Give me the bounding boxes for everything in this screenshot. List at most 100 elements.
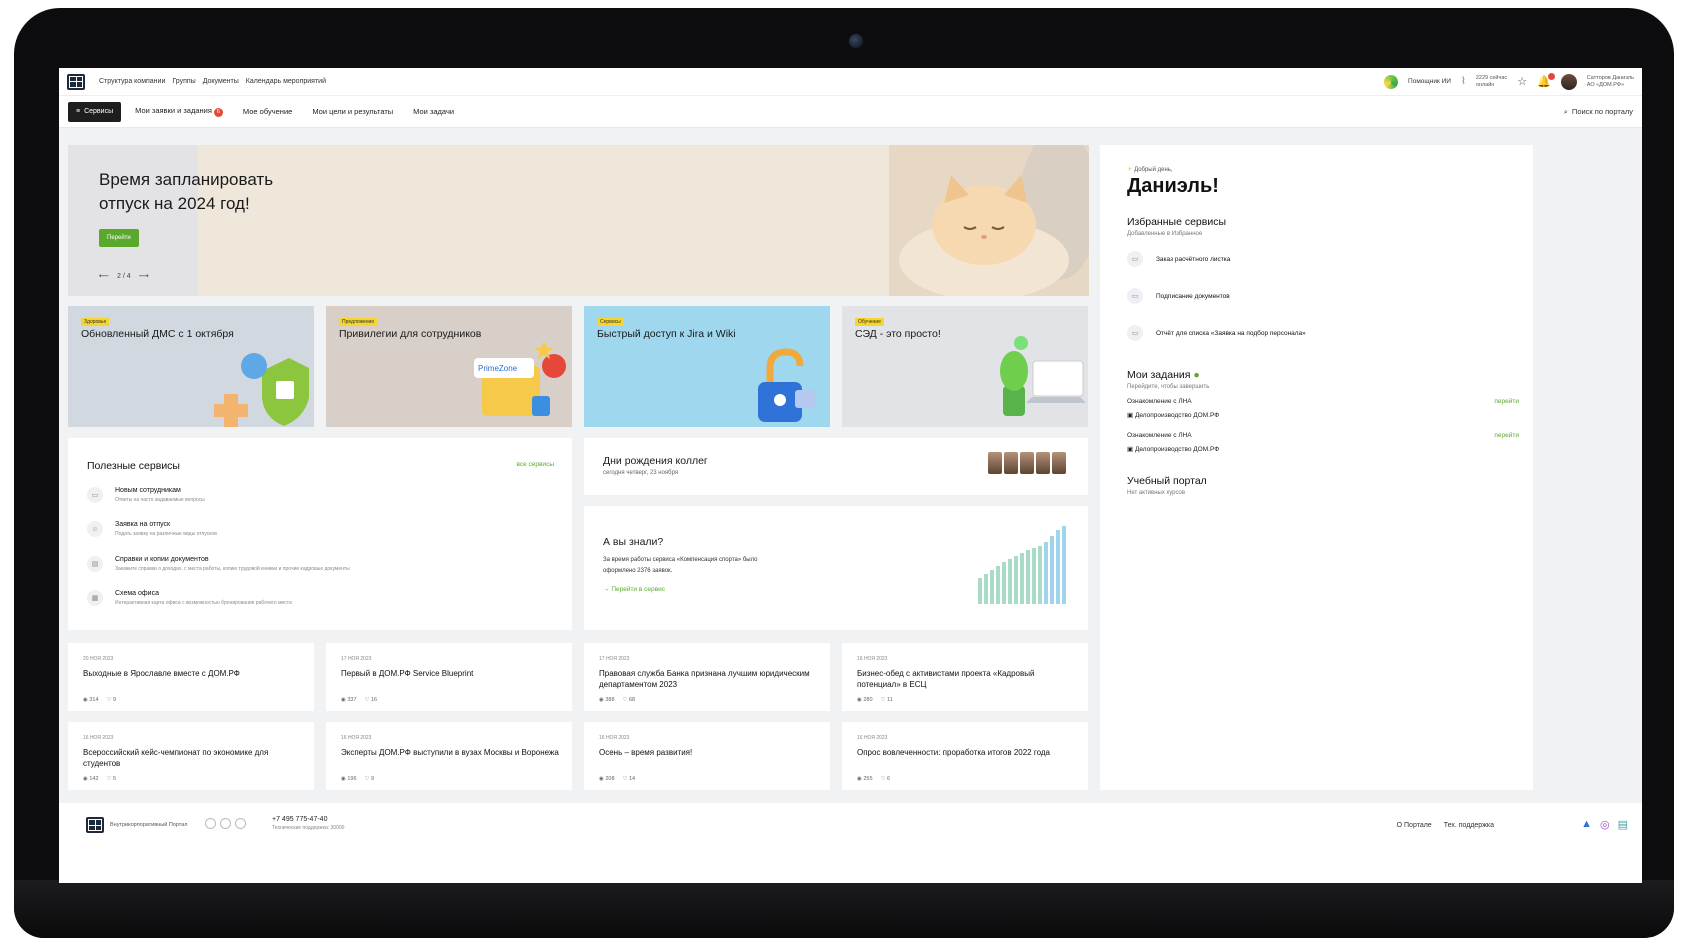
task-item[interactable]: Ознакомление с ЛНА перейти ▣ Делопроизво… bbox=[1127, 398, 1519, 419]
top-link-documents[interactable]: Документы bbox=[203, 78, 239, 85]
heart-icon[interactable]: ♡ 68 bbox=[623, 697, 636, 703]
about-portal-link[interactable]: О Портале bbox=[1397, 822, 1432, 829]
nav-my-goals[interactable]: Мои цели и результаты bbox=[312, 107, 393, 116]
user-info[interactable]: Сатторов Даниэль АО «ДОМ.РФ» bbox=[1587, 75, 1634, 89]
heart-icon[interactable]: ♡ 11 bbox=[881, 697, 893, 703]
task-go-link[interactable]: перейти bbox=[1494, 432, 1519, 439]
news-card[interactable]: 17 НОЯ 2023 Первый в ДОМ.РФ Service Blue… bbox=[326, 643, 572, 711]
services-menu-button[interactable]: ≡ Сервисы bbox=[68, 101, 122, 122]
shield-heart-icon bbox=[214, 353, 309, 427]
favorite-service[interactable]: ▭ Отчёт для списка «Заявка на подбор перс… bbox=[1127, 325, 1306, 341]
favorites-subtitle: Добавленные в Избранное bbox=[1127, 231, 1203, 237]
views-icon: ◉ 255 bbox=[857, 776, 873, 782]
news-card[interactable]: 16 НОЯ 2023 Опрос вовлеченности: прорабо… bbox=[842, 722, 1088, 790]
tech-support-link[interactable]: Тех. поддержка bbox=[1444, 822, 1494, 829]
news-likes: 16 bbox=[370, 697, 378, 703]
footer-logo[interactable]: Внутрикорпоративный Портал bbox=[86, 817, 190, 833]
sleeping-cat-image bbox=[889, 145, 1089, 296]
online-label: онлайн bbox=[1475, 81, 1495, 88]
service-desc: Интерактивная карта офиса с возможностью… bbox=[115, 600, 292, 606]
news-date: 17 НОЯ 2023 bbox=[341, 656, 372, 662]
favorites-star-icon[interactable]: ☆ bbox=[1517, 75, 1527, 88]
app-icon-doc[interactable]: ▤ bbox=[1618, 818, 1628, 831]
top-link-calendar[interactable]: Календарь мероприятий bbox=[246, 78, 326, 85]
ai-assistant-label[interactable]: Помощник ИИ bbox=[1408, 78, 1451, 85]
birthdays-panel[interactable]: Дни рождения коллег сегодня четверг, 23 … bbox=[584, 438, 1088, 495]
views-icon: ◉ 314 bbox=[83, 697, 99, 703]
promo-card-sed[interactable]: Обучение СЭД - это просто! bbox=[842, 306, 1088, 427]
go-to-service-link[interactable]: → Перейти в сервис bbox=[603, 586, 665, 593]
task-go-link[interactable]: перейти bbox=[1494, 398, 1519, 405]
laptop-base bbox=[14, 880, 1674, 938]
views-icon: ◉ 280 bbox=[857, 697, 873, 703]
services-label: Сервисы bbox=[84, 108, 114, 115]
portal-search[interactable]: ⌕ Поиск по порталу bbox=[1564, 107, 1633, 117]
nav-my-requests[interactable]: Мои заявки и задания 6 bbox=[135, 106, 223, 117]
heart-icon[interactable]: ♡ 9 bbox=[365, 776, 375, 782]
news-stats: ◉ 314 ♡ 9 bbox=[83, 697, 116, 703]
promo-title: Привилегии для сотрудников bbox=[339, 328, 482, 340]
hero-go-button[interactable]: Перейти bbox=[99, 229, 139, 247]
heart-icon[interactable]: ♡ 16 bbox=[365, 697, 378, 703]
service-item[interactable]: ▭ Новым сотрудникам Ответы на часто задав… bbox=[87, 487, 205, 503]
service-item[interactable]: ▦ Схема офиса Интерактивная карта офиса с… bbox=[87, 590, 292, 606]
task-org: ▣ Делопроизводство ДОМ.РФ bbox=[1127, 445, 1519, 453]
nav-my-learning[interactable]: Мое обучение bbox=[243, 107, 292, 116]
news-stats: ◉ 388 ♡ 68 bbox=[599, 697, 635, 703]
all-services-link[interactable]: все сервисы bbox=[516, 461, 554, 468]
favorite-service[interactable]: ▭ Подписание документов bbox=[1127, 288, 1230, 304]
ok-icon[interactable] bbox=[220, 818, 231, 829]
hero-banner[interactable]: Время запланировать отпуск на 2024 год! … bbox=[68, 145, 1089, 296]
top-link-groups[interactable]: Группы bbox=[172, 78, 195, 85]
promo-card-jira[interactable]: Сервисы Быстрый доступ к Jira и Wiki bbox=[584, 306, 830, 427]
task-title: Ознакомление с ЛНА bbox=[1127, 432, 1192, 439]
news-likes: 9 bbox=[370, 776, 375, 782]
app-icon-blue[interactable]: ▲ bbox=[1581, 818, 1592, 831]
person-icon: ☺ bbox=[87, 521, 103, 537]
news-card[interactable]: 17 НОЯ 2023 Правовая служба Банка призна… bbox=[584, 643, 830, 711]
news-title: Первый в ДОМ.РФ Service Blueprint bbox=[341, 669, 474, 678]
heart-icon[interactable]: ♡ 9 bbox=[107, 697, 117, 703]
promo-card-privileges[interactable]: Предложение Привилегии для сотрудников P… bbox=[326, 306, 572, 427]
next-arrow-icon[interactable]: ⟶ bbox=[139, 272, 149, 280]
briefcase-icon: ▭ bbox=[87, 487, 103, 503]
heart-icon[interactable]: ♡ 5 bbox=[107, 776, 117, 782]
news-card[interactable]: 16 НОЯ 2023 Осень – время развития! ◉ 20… bbox=[584, 722, 830, 790]
top-link-structure[interactable]: Структура компании bbox=[99, 78, 165, 85]
hero-pager: ⟵ 2 / 4 ⟶ bbox=[99, 272, 149, 281]
requests-count-badge: 6 bbox=[213, 107, 223, 117]
footer-portal-name: Внутрикорпоративный Портал bbox=[110, 822, 188, 828]
news-card[interactable]: 20 НОЯ 2023 Выходные в Ярославле вместе … bbox=[68, 643, 314, 711]
service-item[interactable]: ▤ Справки и копии документов Закажите спр… bbox=[87, 556, 350, 572]
heart-icon[interactable]: ♡ 14 bbox=[623, 776, 636, 782]
service-item[interactable]: ☺ Заявка на отпуск Подать заявку на разли… bbox=[87, 521, 217, 537]
search-icon: ⌕ bbox=[1563, 106, 1568, 116]
promo-card-dms[interactable]: Здоровье Обновленный ДМС с 1 октября bbox=[68, 306, 314, 427]
prev-arrow-icon[interactable]: ⟵ bbox=[99, 272, 109, 280]
greeting: ☀ Добрый день, bbox=[1127, 166, 1173, 173]
notifications-icon[interactable]: 🔔 bbox=[1537, 73, 1555, 88]
task-item[interactable]: Ознакомление с ЛНА перейти ▣ Делопроизво… bbox=[1127, 432, 1519, 453]
nav-my-requests-label: Мои заявки и задания bbox=[135, 106, 212, 116]
briefcase-icon: ▭ bbox=[1127, 288, 1143, 304]
document-icon: ▤ bbox=[87, 556, 103, 572]
task-org-label: Делопроизводство ДОМ.РФ bbox=[1134, 446, 1220, 453]
news-card[interactable]: 16 НОЯ 2023 Бизнес-обед с активистами пр… bbox=[842, 643, 1088, 711]
phone-subtext: Технические поддержка: 30000 bbox=[272, 825, 345, 831]
service-title: Схема офиса bbox=[115, 590, 159, 597]
my-tasks-title: Мои задания ● bbox=[1127, 369, 1200, 381]
news-stats: ◉ 196 ♡ 9 bbox=[341, 776, 374, 782]
learning-portal-title[interactable]: Учебный портал bbox=[1127, 475, 1207, 487]
news-card[interactable]: 16 НОЯ 2023 Всероссийский кейс-чемпионат… bbox=[68, 722, 314, 790]
favorite-service[interactable]: ▭ Заказ расчётного листка bbox=[1127, 251, 1230, 267]
telegram-icon[interactable] bbox=[235, 818, 246, 829]
app-icon-purple[interactable]: ◎ bbox=[1600, 818, 1610, 831]
heart-icon[interactable]: ♡ 6 bbox=[881, 776, 891, 782]
vk-icon[interactable] bbox=[205, 818, 216, 829]
user-avatar[interactable] bbox=[1560, 73, 1577, 90]
news-card[interactable]: 16 НОЯ 2023 Эксперты ДОМ.РФ выступили в … bbox=[326, 722, 572, 790]
news-title: Эксперты ДОМ.РФ выступили в вузах Москвы… bbox=[341, 748, 559, 757]
portal-logo[interactable] bbox=[67, 73, 85, 90]
nav-my-tasks[interactable]: Мои задачи bbox=[413, 107, 454, 116]
ai-assistant-icon[interactable] bbox=[1384, 74, 1399, 89]
